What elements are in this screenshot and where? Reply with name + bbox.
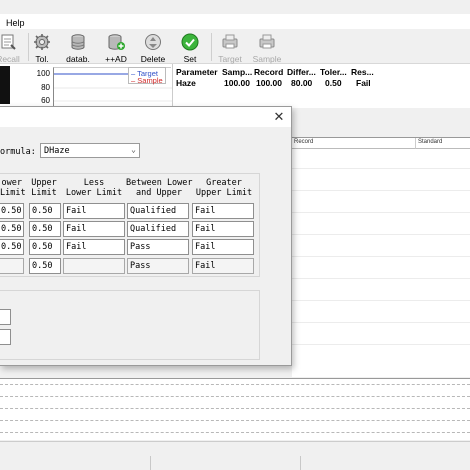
- y-tick-label: 100: [36, 69, 50, 78]
- lower-limit-input[interactable]: 0.50: [0, 203, 24, 219]
- row-divider: [292, 300, 470, 301]
- header-sample: Samp...: [222, 67, 253, 77]
- greater-upper-input[interactable]: Fail: [192, 239, 254, 255]
- legend-sample: – Sample: [131, 76, 163, 85]
- set-button[interactable]: Set: [168, 32, 212, 64]
- dialog-titlebar: ✕: [0, 107, 291, 127]
- printer-sample-icon: [259, 34, 275, 49]
- formula-label: ormula:: [0, 147, 36, 157]
- lower-limit-input[interactable]: 0.50: [0, 239, 24, 255]
- menu-bar: Help: [0, 14, 470, 29]
- recycle-delete-icon: [145, 34, 161, 50]
- toolbar: Recall Tol. datab. ++AD Delete Set Targe…: [0, 30, 470, 64]
- recall-icon: [1, 34, 16, 50]
- header-record: Record: [254, 67, 284, 77]
- column-header-between: Between Lower and Upper: [126, 178, 193, 198]
- application-window: Help Recall Tol. datab. ++AD Delete Set: [0, 0, 470, 470]
- legend-sample-label: Sample: [137, 76, 163, 85]
- printer-target-icon: [222, 34, 238, 49]
- header-result: Res...: [351, 67, 374, 77]
- records-header-standard[interactable]: Standard: [416, 138, 470, 149]
- column-header-less-lower: Less Lower Limit: [65, 178, 123, 198]
- cell-difference: 80.00: [291, 78, 313, 88]
- less-lower-input[interactable]: Fail: [63, 203, 125, 219]
- row-divider: [292, 190, 470, 191]
- sample-button[interactable]: Sample: [245, 32, 289, 64]
- close-icon[interactable]: ✕: [272, 110, 286, 124]
- row-divider: [292, 212, 470, 213]
- cell-record: 100.00: [256, 78, 282, 88]
- tolerance-dialog: ✕ ormula: DHaze ⌄ ower Limit Upper Limit…: [0, 106, 292, 366]
- formula-value: DHaze: [44, 146, 70, 156]
- status-separator: [300, 456, 301, 470]
- greater-upper-input[interactable]: Fail: [192, 203, 254, 219]
- less-lower-input[interactable]: Fail: [63, 239, 125, 255]
- row-divider: [0, 420, 470, 421]
- header-tolerance: Toler...: [320, 67, 347, 77]
- between-input[interactable]: Pass: [127, 239, 189, 255]
- chevron-down-icon: ⌄: [131, 145, 136, 154]
- upper-limit-input[interactable]: 0.50: [29, 258, 61, 274]
- greater-upper-input[interactable]: Fail: [192, 258, 254, 274]
- row-divider: [292, 256, 470, 257]
- upper-limit-input[interactable]: 0.50: [29, 203, 61, 219]
- greater-upper-input[interactable]: Fail: [192, 221, 254, 237]
- row-divider: [292, 344, 470, 345]
- cell-parameter: Haze: [176, 78, 196, 88]
- upper-limit-input[interactable]: 0.50: [29, 239, 61, 255]
- less-lower-input[interactable]: [63, 258, 125, 274]
- database-icon: [71, 34, 85, 50]
- legend-sample-swatch: –: [131, 76, 136, 85]
- less-lower-input[interactable]: Fail: [63, 221, 125, 237]
- row-divider: [292, 168, 470, 169]
- between-input[interactable]: Qualified: [127, 203, 189, 219]
- green-check-icon: [181, 33, 199, 51]
- tolerance-gear-icon: [34, 34, 50, 50]
- y-tick-label: 80: [41, 83, 50, 92]
- database-add-icon: [108, 34, 125, 50]
- option-input[interactable]: [0, 309, 11, 325]
- status-bar: [0, 441, 470, 470]
- cell-tolerance: 0.50: [325, 78, 342, 88]
- row-divider: [0, 408, 470, 409]
- column-header-greater-upper: Greater Upper Limit: [195, 178, 253, 198]
- color-preview-strip: [0, 66, 10, 104]
- row-divider: [0, 432, 470, 433]
- lower-limit-input[interactable]: 0.50: [0, 221, 24, 237]
- option-input[interactable]: [0, 329, 11, 345]
- result-table: Parameter Samp... Record Differ... Toler…: [172, 64, 470, 108]
- chart-legend: – Target – Sample: [128, 67, 166, 85]
- upper-limit-input[interactable]: 0.50: [29, 221, 61, 237]
- records-header-record[interactable]: Record: [292, 138, 416, 149]
- menu-help[interactable]: Help: [6, 18, 25, 28]
- options-group-box: [0, 290, 260, 360]
- cell-result: Fail: [356, 78, 371, 88]
- row-divider: [292, 278, 470, 279]
- between-input[interactable]: Pass: [127, 258, 189, 274]
- y-tick-label: 60: [41, 96, 50, 105]
- row-divider: [292, 322, 470, 323]
- between-input[interactable]: Qualified: [127, 221, 189, 237]
- status-separator: [150, 456, 151, 470]
- lower-limit-input[interactable]: [0, 258, 24, 274]
- cell-sample: 100.00: [224, 78, 250, 88]
- column-header-upper-limit: Upper Limit: [31, 178, 57, 198]
- records-panel: Record Standard: [292, 137, 470, 377]
- row-divider: [0, 396, 470, 397]
- row-divider: [292, 234, 470, 235]
- bottom-list-panel: [0, 378, 470, 440]
- header-difference: Differ...: [287, 67, 316, 77]
- row-divider: [0, 384, 470, 385]
- column-header-lower-limit: ower Limit: [0, 178, 26, 198]
- formula-select[interactable]: DHaze ⌄: [40, 143, 140, 158]
- header-parameter: Parameter: [176, 67, 218, 77]
